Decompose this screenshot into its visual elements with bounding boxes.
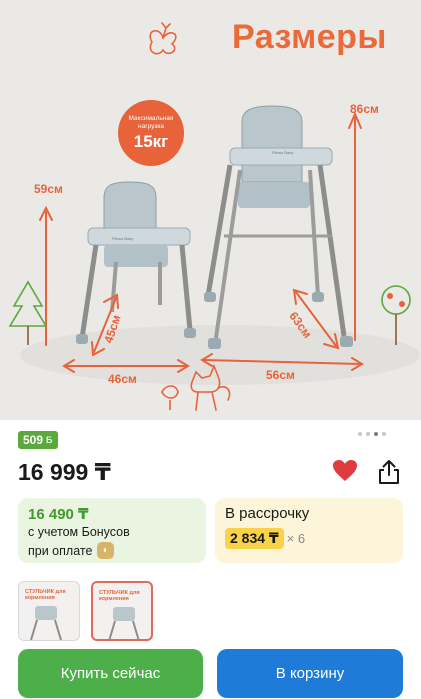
installment-card[interactable]: В рассрочку 2 834 ₸ × 6 xyxy=(215,498,403,563)
thumbnail-2-selected[interactable]: СТУЛЬЧИК для кормления xyxy=(91,581,153,641)
product-price: 16 999 ₸ xyxy=(18,459,111,485)
gallery-pagination xyxy=(358,432,386,436)
hero-title: Размеры xyxy=(232,18,387,56)
pagination-dot xyxy=(366,432,370,436)
pagination-dot xyxy=(358,432,362,436)
bonus-price: 16 490 ₸ xyxy=(28,506,89,523)
bonus-caption-line1: с учетом Бонусов xyxy=(28,525,130,539)
thumbnail-1[interactable]: СТУЛЬЧИК для кормления xyxy=(18,581,80,641)
share-icon[interactable] xyxy=(377,459,401,485)
brand-label-small: Pituso Baby xyxy=(112,236,133,241)
installment-multiplier: × 6 xyxy=(286,531,306,546)
bush-icon xyxy=(381,285,411,345)
bonus-caption-line2-row: при оплате ◐ xyxy=(28,542,115,559)
dim-small-height: 59см xyxy=(34,182,63,196)
thumbnail-label: СТУЛЬЧИК для кормления xyxy=(99,590,140,602)
large-chair: Pituso Baby xyxy=(204,105,353,349)
bonus-symbol: Б xyxy=(46,435,53,445)
pagination-dot-active xyxy=(374,432,378,436)
product-image[interactable]: Pituso Baby Pituso Baby Размеры Максимал… xyxy=(0,0,421,420)
bonus-badge: 509 Б xyxy=(18,431,58,449)
buy-now-button[interactable]: Купить сейчас xyxy=(18,649,203,698)
bird-icon xyxy=(161,385,179,410)
butterfly-icon xyxy=(149,22,177,55)
high-chairs-illustration: Pituso Baby Pituso Baby xyxy=(8,22,420,411)
max-load-caption: Максимальная нагрузка xyxy=(128,115,174,130)
installment-row: 2 834 ₸ × 6 xyxy=(225,528,305,549)
pagination-dot xyxy=(382,432,386,436)
heart-icon[interactable] xyxy=(332,459,358,483)
add-to-cart-button[interactable]: В корзину xyxy=(217,649,403,698)
small-chair: Pituso Baby xyxy=(76,181,196,344)
brand-label-large: Pituso Baby xyxy=(272,150,293,155)
max-load-value: 15кг xyxy=(133,132,169,151)
bonus-caption-line2: при оплате xyxy=(28,543,93,558)
dim-large-height: 86см xyxy=(350,102,379,116)
dim-small-width: 46см xyxy=(108,372,137,386)
max-load-badge: Максимальная нагрузка 15кг xyxy=(118,100,184,166)
installment-title: В рассрочку xyxy=(225,505,310,522)
bonus-value: 509 xyxy=(23,433,44,447)
dim-large-width: 56см xyxy=(266,368,295,382)
bonus-price-card[interactable]: 16 490 ₸ с учетом Бонусов при оплате ◐ xyxy=(18,498,206,563)
installment-amount: 2 834 ₸ xyxy=(225,528,284,549)
tree-icon xyxy=(8,280,48,345)
thumbnail-label: СТУЛЬЧИК для кормления xyxy=(25,589,66,601)
bonus-coin-icon: ◐ xyxy=(97,542,115,559)
